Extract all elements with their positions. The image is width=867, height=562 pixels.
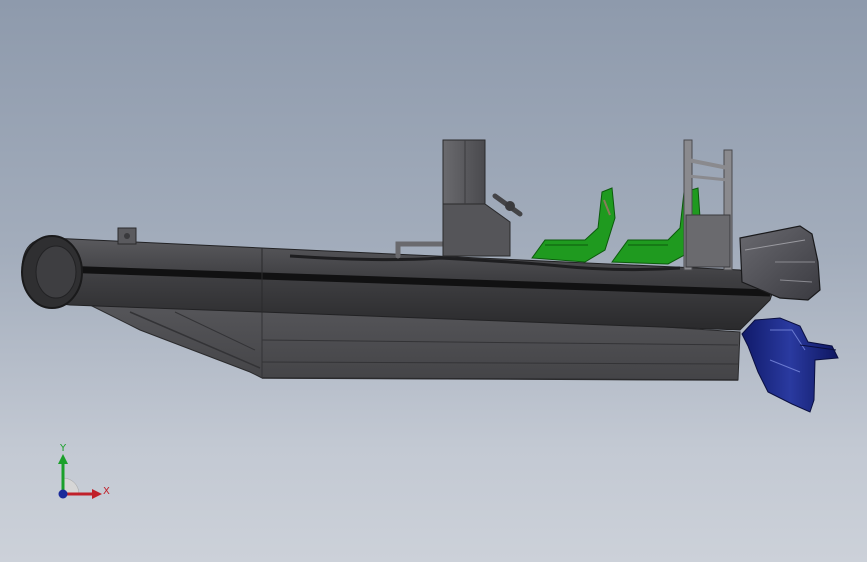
bow-cleat <box>117 227 137 245</box>
steering-wheel <box>492 193 523 217</box>
motor-leg <box>741 317 839 413</box>
x-axis-label: X <box>103 486 110 497</box>
outboard-motor[interactable] <box>739 225 839 413</box>
console[interactable] <box>442 139 523 257</box>
triad-graphic <box>58 454 102 499</box>
graphics-viewport[interactable]: Y X <box>0 0 867 562</box>
y-axis-label: Y <box>60 443 67 454</box>
roll-bar[interactable] <box>683 139 733 271</box>
coordinate-triad: Y X <box>48 440 118 510</box>
seats[interactable] <box>531 187 701 265</box>
z-axis-dot <box>58 489 68 499</box>
boat-model[interactable] <box>0 0 867 562</box>
